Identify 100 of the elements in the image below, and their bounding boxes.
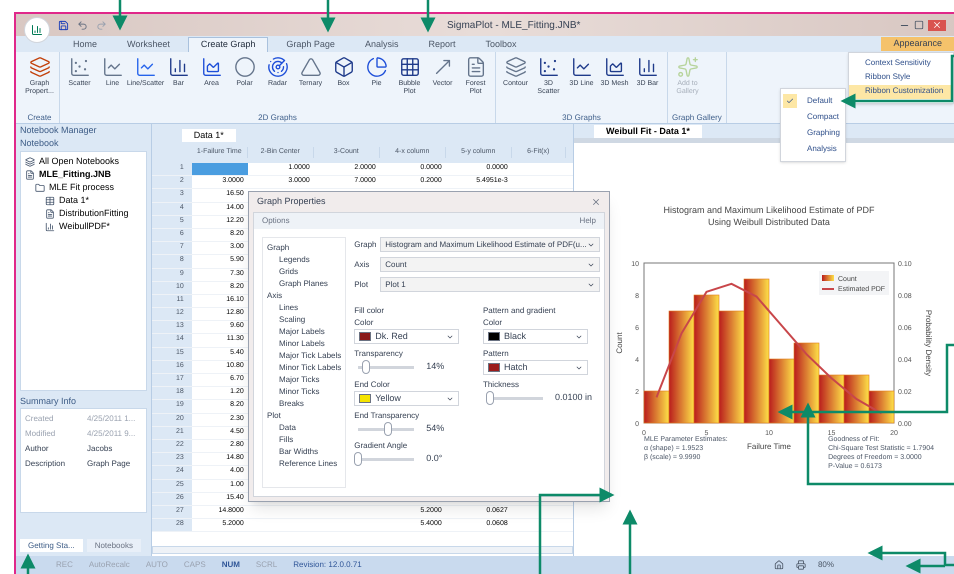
panel-title: Notebook Manager (19, 124, 98, 137)
maximize-icon[interactable] (914, 20, 924, 30)
panel-tab[interactable]: Getting Sta... (20, 539, 83, 552)
tree-item[interactable]: Major Labels (267, 326, 342, 338)
tree-item[interactable]: Plot (267, 410, 342, 422)
box-plot-icon (332, 56, 354, 78)
slider-thumb[interactable] (354, 452, 362, 466)
tree-item[interactable]: Minor Tick Labels (267, 362, 342, 374)
ribbon-tab[interactable]: Worksheet (115, 37, 182, 52)
tree-item[interactable]: Axis (267, 290, 342, 302)
menu-item[interactable]: Analysis (781, 141, 845, 157)
zoom-level[interactable]: 80% (818, 559, 834, 571)
folder-icon (35, 183, 45, 193)
summary-value: 4/25/2011 9... (87, 428, 136, 440)
select-field[interactable]: Count (380, 257, 600, 272)
tree-item[interactable]: Minor Ticks (267, 386, 342, 398)
undo-icon[interactable] (77, 20, 88, 30)
tree-item[interactable]: Major Tick Labels (267, 350, 342, 362)
slider-thumb[interactable] (384, 422, 392, 436)
menu-item[interactable]: Default (781, 93, 845, 109)
summary-value: 4/25/2011 1... (87, 413, 136, 425)
document-tab[interactable]: Weibull Fit - Data 1* (594, 125, 702, 138)
field-label: End Transparency (354, 410, 420, 422)
ribbon-tab[interactable]: Create Graph (188, 37, 268, 52)
ribbon-tab[interactable]: Report (416, 37, 468, 52)
tree-item[interactable]: Graph Planes (267, 278, 342, 290)
close-icon[interactable] (591, 197, 601, 207)
ribbon-tab[interactable]: Toolbox (473, 37, 529, 52)
color-dropdown[interactable]: Yellow (354, 391, 460, 406)
tree-item[interactable]: WeibullPDF* (59, 220, 110, 234)
tree-item[interactable]: MLE Fit process (49, 181, 114, 195)
summary-key: Created (25, 413, 87, 428)
select-field[interactable]: Histogram and Maximum Likelihood Estimate of PDF(u... (380, 237, 600, 252)
callout-arrow (622, 510, 638, 574)
field-label: Color (354, 317, 374, 329)
save-icon[interactable] (58, 20, 69, 30)
tree-item[interactable]: Fills (267, 434, 342, 446)
tree-item[interactable]: Data (267, 422, 342, 434)
field-label: Axis (354, 258, 370, 270)
tree-item[interactable]: Breaks (267, 398, 342, 410)
tree-item[interactable]: Scaling (267, 314, 342, 326)
slider-thumb[interactable] (362, 360, 370, 374)
section-heading: Summary Info (19, 394, 78, 408)
tree-item[interactable]: Reference Lines (267, 458, 342, 470)
chart-title: Histogram and Maximum Likelihood Estimate of PDF (663, 205, 875, 215)
menu-item[interactable]: Compact (781, 109, 845, 125)
tree-item[interactable]: Minor Labels (267, 338, 342, 350)
printer-icon[interactable] (796, 560, 806, 570)
close-icon (932, 20, 942, 30)
app-menu-button[interactable] (24, 17, 50, 43)
ribbon-group-label: 3D Graphs (561, 112, 602, 123)
menu-item[interactable]: Graphing (781, 125, 845, 141)
color-dropdown[interactable]: Black (482, 329, 588, 344)
home-icon[interactable] (774, 560, 784, 570)
select-field[interactable]: Plot 1 (380, 277, 600, 292)
summary-key: Modified (25, 428, 87, 443)
menu-item[interactable]: Ribbon Style (849, 71, 953, 85)
ribbon-tab[interactable]: Graph Page (274, 37, 347, 52)
field-label: Color (482, 317, 504, 329)
field-label: Pattern (482, 348, 510, 360)
tree-item[interactable]: MLE_Fitting.JNB (39, 168, 111, 182)
color-dropdown[interactable]: Hatch (482, 360, 588, 375)
revision-text: Revision: 12.0.0.71 (293, 559, 362, 571)
gallery-icon (676, 56, 698, 78)
tree-item[interactable]: All Open Notebooks (39, 155, 120, 169)
document-tab[interactable]: Data 1* (182, 129, 236, 142)
tree-item[interactable]: DistributionFitting (59, 207, 129, 221)
ribbon-tab[interactable]: Analysis (352, 37, 410, 52)
tree-item[interactable]: Grids (267, 266, 342, 278)
tree-item[interactable]: Legends (267, 254, 342, 266)
triangle-chart-icon (300, 56, 322, 78)
window-title: SigmaPlot - MLE_Fitting.JNB* (447, 18, 580, 32)
radar-chart-icon (266, 56, 288, 78)
menu-item[interactable]: Ribbon Customization (849, 85, 953, 99)
tree-item[interactable]: Graph (267, 242, 342, 254)
chart-legend (819, 271, 889, 295)
help-link[interactable]: Help (580, 215, 596, 227)
horizontal-scrollbar[interactable] (152, 546, 573, 554)
slider-thumb[interactable] (486, 391, 494, 405)
check-icon (786, 97, 794, 105)
summary-value: Jacobs (87, 443, 112, 455)
app-logo-icon (31, 24, 43, 36)
ribbon-tab[interactable]: Home (61, 37, 110, 52)
menu-item[interactable]: Context Sensitivity (849, 57, 953, 71)
appearance-button[interactable]: Appearance (881, 37, 954, 51)
x-axis-label: Failure Time (747, 442, 791, 451)
color-dropdown[interactable]: Dk. Red (354, 329, 460, 344)
ribbon-group-label: 2D Graphs (257, 112, 298, 123)
tree-item[interactable]: Major Ticks (267, 374, 342, 386)
worksheet-icon (45, 196, 55, 206)
tree-item[interactable]: Data 1* (59, 194, 90, 208)
status-indicator: NUM (222, 559, 240, 571)
field-label: Gradient Angle (354, 440, 408, 452)
tree-item[interactable]: Lines (267, 302, 342, 314)
tree-item[interactable]: Bar Widths (267, 446, 342, 458)
close-button[interactable] (928, 20, 946, 30)
pie-chart-icon (366, 56, 388, 78)
redo-icon[interactable] (96, 20, 107, 30)
chart-title: Using Weibull Distributed Data (708, 217, 830, 227)
panel-tab[interactable]: Notebooks (86, 539, 141, 552)
